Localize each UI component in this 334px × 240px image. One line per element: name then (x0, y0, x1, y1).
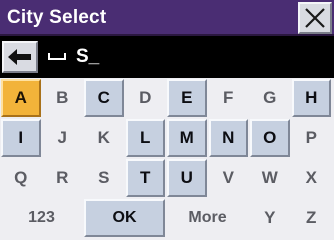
key-123[interactable]: 123 (1, 199, 82, 237)
key-y[interactable]: Y (250, 199, 290, 237)
key-v[interactable]: V (208, 159, 248, 197)
space-icon (48, 53, 66, 60)
backspace-arrow-icon (8, 49, 31, 65)
key-q[interactable]: Q (1, 159, 41, 197)
key-l[interactable]: L (125, 119, 165, 157)
key-k[interactable]: K (84, 119, 124, 157)
key-r[interactable]: R (42, 159, 82, 197)
key-i[interactable]: I (1, 119, 41, 157)
input-row: S_ (0, 38, 334, 76)
key-j[interactable]: J (42, 119, 82, 157)
key-s[interactable]: S (84, 159, 124, 197)
keyboard: A B C D E F G H I J K L M N O P Q R S T U V W X 123 OK More Y Z (0, 78, 334, 240)
title-bar: City Select (0, 0, 334, 36)
page-title: City Select (7, 7, 107, 28)
key-ok[interactable]: OK (84, 199, 165, 237)
key-n[interactable]: N (208, 119, 248, 157)
key-e[interactable]: E (167, 79, 207, 117)
key-z[interactable]: Z (291, 199, 331, 237)
input-text: S_ (76, 46, 100, 67)
backspace-button[interactable] (2, 41, 38, 73)
key-o[interactable]: O (250, 119, 290, 157)
key-t[interactable]: T (125, 159, 165, 197)
key-d[interactable]: D (125, 79, 165, 117)
close-icon (305, 8, 325, 28)
key-p[interactable]: P (291, 119, 331, 157)
key-a[interactable]: A (1, 79, 41, 117)
key-g[interactable]: G (250, 79, 290, 117)
key-c[interactable]: C (84, 79, 124, 117)
close-button[interactable] (298, 2, 332, 34)
key-b[interactable]: B (42, 79, 82, 117)
key-more[interactable]: More (167, 199, 248, 237)
key-h[interactable]: H (291, 79, 331, 117)
key-m[interactable]: M (167, 119, 207, 157)
city-input-field[interactable]: S_ (42, 41, 330, 73)
key-w[interactable]: W (250, 159, 290, 197)
key-u[interactable]: U (167, 159, 207, 197)
key-f[interactable]: F (208, 79, 248, 117)
key-x[interactable]: X (291, 159, 331, 197)
